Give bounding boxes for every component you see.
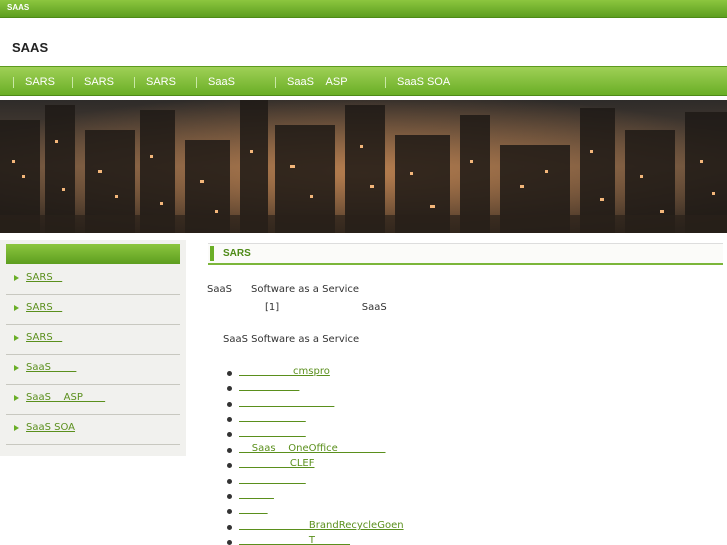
sidebar-header (6, 244, 180, 264)
bullet (227, 402, 232, 407)
sidebar-item-label[interactable]: SARS (26, 272, 62, 283)
sidebar-item-sars-2[interactable]: SARS (6, 295, 180, 325)
arrow-right-icon (14, 275, 19, 281)
list-link[interactable]: cmspro (239, 366, 330, 377)
nav-separator (275, 77, 276, 88)
nav-item-saas-asp[interactable]: SaaS ASP (287, 76, 348, 88)
bullet (227, 432, 232, 437)
intro-line-2: [1] SaaS (265, 302, 387, 313)
arrow-right-icon (14, 365, 19, 371)
list-link[interactable]: BrandRecycleGoen (239, 520, 404, 531)
cityscape-illustration (0, 100, 727, 233)
header-banner-image (0, 100, 727, 233)
bullet (227, 417, 232, 422)
sidebar: SARS SARS SARS SaaS SaaS ASP SaaS SOA (0, 240, 186, 456)
arrow-right-icon (14, 305, 19, 311)
intro-line-1: SaaS Software as a Service (207, 284, 360, 295)
arrow-right-icon (14, 395, 19, 401)
nav-item-sars-2[interactable]: SARS (84, 76, 114, 88)
bullet (227, 371, 232, 376)
bullet (227, 448, 232, 453)
sidebar-item-sars-1[interactable]: SARS (6, 265, 180, 295)
sidebar-item-label[interactable]: SaaS ASP (26, 392, 105, 403)
list-link[interactable] (239, 381, 299, 392)
arrow-right-icon (14, 335, 19, 341)
bullet (227, 540, 232, 545)
section-marker (210, 246, 214, 261)
arrow-right-icon (14, 425, 19, 431)
list-link[interactable]: CLEF (239, 458, 315, 469)
nav-item-saas-soa[interactable]: SaaS SOA (397, 76, 450, 88)
sidebar-item-label[interactable]: SARS (26, 302, 62, 313)
top-bar: SAAS (0, 0, 727, 18)
nav-separator (134, 77, 135, 88)
list-link[interactable]: T (239, 535, 350, 545)
sidebar-item-saas-asp[interactable]: SaaS ASP (6, 385, 180, 415)
bullet (227, 463, 232, 468)
nav-item-saas[interactable]: SaaS (208, 76, 235, 88)
bullet (227, 479, 232, 484)
list-link[interactable] (239, 397, 334, 408)
bullet (227, 386, 232, 391)
main-nav: SARS SARS SARS SaaS SaaS ASP SaaS SOA (0, 66, 727, 96)
nav-separator (13, 77, 14, 88)
sidebar-item-saas[interactable]: SaaS (6, 355, 180, 385)
sidebar-item-label[interactable]: SARS (26, 332, 62, 343)
nav-item-sars-1[interactable]: SARS (25, 76, 55, 88)
list-link[interactable] (239, 474, 306, 485)
bullet (227, 494, 232, 499)
nav-item-sars-3[interactable]: SARS (146, 76, 176, 88)
list-link[interactable] (239, 412, 306, 423)
list-link[interactable] (239, 504, 268, 515)
nav-separator (72, 77, 73, 88)
sidebar-item-label[interactable]: SaaS SOA (26, 422, 75, 433)
sidebar-item-label[interactable]: SaaS (26, 362, 76, 373)
header: SAAS (0, 18, 727, 66)
intro-line-3: SaaS Software as a Service (223, 334, 360, 345)
sidebar-item-sars-3[interactable]: SARS (6, 325, 180, 355)
nav-separator (196, 77, 197, 88)
bullet (227, 525, 232, 530)
site-title[interactable]: SAAS (12, 40, 48, 55)
section-header: SARS (208, 243, 723, 265)
top-bar-label: SAAS (7, 3, 30, 12)
list-link[interactable] (239, 489, 274, 500)
nav-separator (385, 77, 386, 88)
list-link[interactable]: Saas OneOffice (239, 443, 385, 454)
sidebar-item-saas-soa[interactable]: SaaS SOA (6, 415, 180, 445)
section-title: SARS (223, 248, 251, 259)
list-link[interactable] (239, 427, 306, 438)
bullet (227, 509, 232, 514)
